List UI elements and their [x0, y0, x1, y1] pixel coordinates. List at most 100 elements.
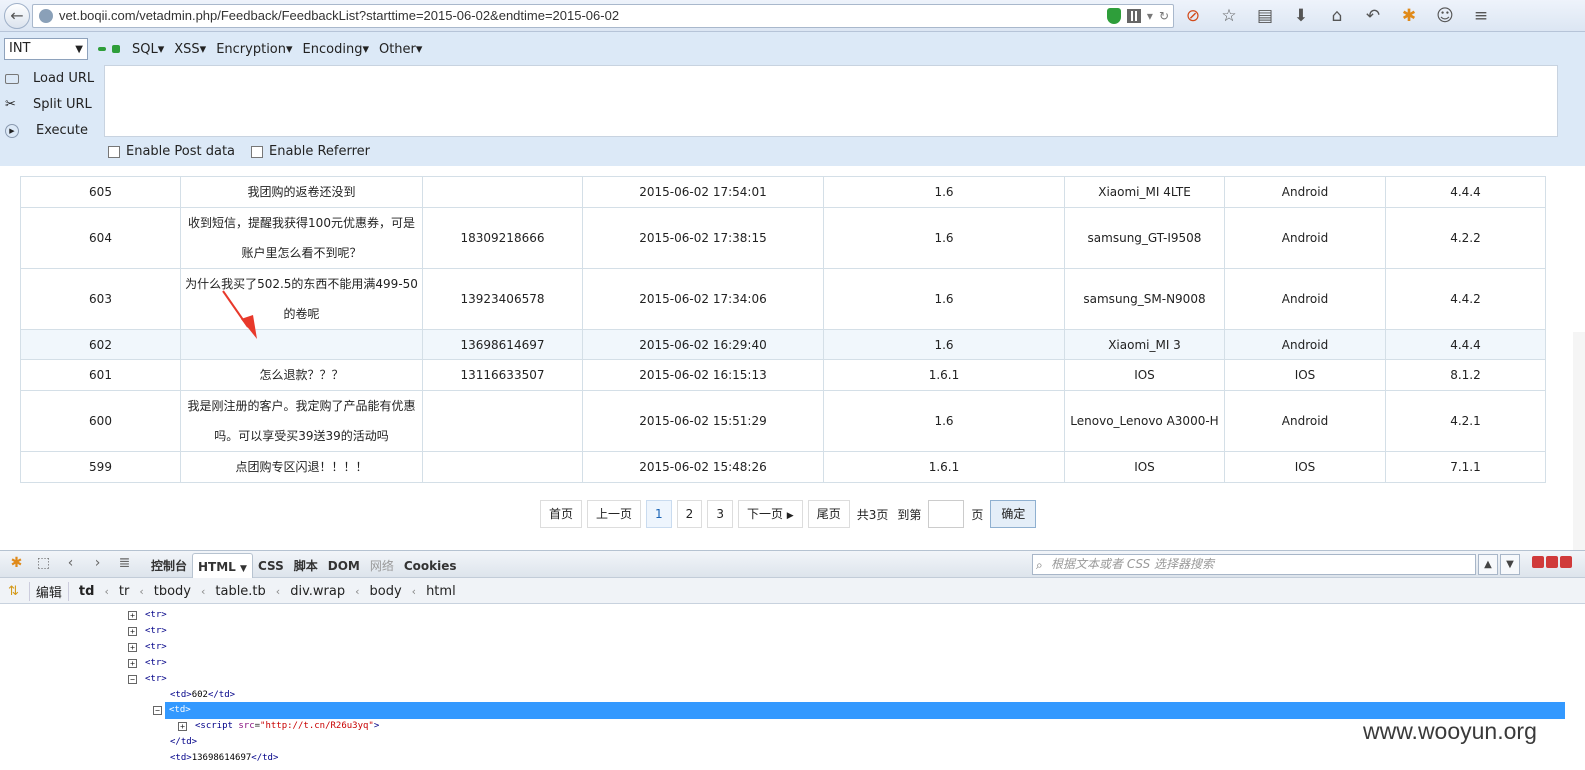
edit-button[interactable]: 编辑	[28, 582, 69, 601]
firebug-icon[interactable]: ✱	[8, 555, 25, 572]
dropdown-icon[interactable]: ▾	[1147, 9, 1153, 23]
close-icon[interactable]	[1560, 556, 1572, 568]
breadcrumb-tbody[interactable]: tbody	[154, 584, 191, 599]
expand-icon[interactable]: +	[128, 643, 137, 652]
page-3-button[interactable]: 3	[707, 500, 733, 528]
tab-cookies[interactable]: Cookies	[399, 553, 462, 579]
enable-post-checkbox[interactable]: Enable Post data	[108, 144, 235, 159]
hackbar: INT ▼ SQL▾ XSS▾ Encryption▾ Encoding▾ Ot…	[0, 32, 1585, 166]
breadcrumb-tr[interactable]: tr	[119, 584, 129, 599]
firebug-search-input[interactable]: ⌕ 根据文本或者 CSS 选择器搜索	[1032, 554, 1476, 575]
cell-os: IOS	[1224, 359, 1386, 391]
breadcrumb-table[interactable]: table.tb	[215, 584, 265, 599]
cell-message: 我是刚注册的客户。我定购了产品能有优惠吗。可以享受买39送39的活动吗	[180, 390, 423, 452]
cell-phone: 13923406578	[422, 268, 583, 330]
url-textarea[interactable]	[104, 65, 1558, 137]
expand-icon[interactable]: +	[178, 722, 187, 731]
first-page-button[interactable]: 首页	[540, 500, 583, 528]
confirm-button[interactable]: 确定	[990, 500, 1037, 528]
qr-code-icon[interactable]	[1126, 9, 1141, 23]
menu-encryption[interactable]: Encryption▾	[216, 42, 292, 57]
inspect-icon[interactable]: ⬚	[35, 555, 52, 572]
tree-node-tr[interactable]: <tr>	[145, 607, 167, 623]
security-shield-icon[interactable]	[1106, 8, 1121, 24]
adblock-icon[interactable]: ⊘	[1182, 5, 1204, 27]
watermark: www.wooyun.org	[1363, 718, 1537, 744]
checkbox-box[interactable]	[108, 145, 120, 158]
selected-tree-node[interactable]: <td>	[165, 702, 1565, 719]
breadcrumb-separator: ‹	[139, 585, 144, 598]
expand-icon[interactable]: +	[128, 627, 137, 636]
tab-html[interactable]: HTML ▼	[192, 553, 253, 579]
extension-icon[interactable]: ✱	[1398, 5, 1420, 27]
expand-icon[interactable]: +	[128, 659, 137, 668]
tree-node-td-phone[interactable]: <td>13698614697</td>	[170, 750, 278, 766]
tab-script[interactable]: 脚本	[289, 553, 323, 579]
home-icon[interactable]: ⌂	[1326, 5, 1348, 27]
tab-css[interactable]: CSS	[253, 553, 289, 579]
undo-icon[interactable]: ↶	[1362, 5, 1384, 27]
collapse-icon[interactable]: −	[128, 675, 137, 684]
execute-button[interactable]: ▶ Execute	[0, 118, 104, 144]
reader-icon[interactable]: ▤	[1254, 5, 1276, 27]
forward-icon[interactable]: ›	[89, 555, 106, 572]
cell-device: samsung_SM-N9008	[1064, 268, 1225, 330]
cell-device: IOS	[1064, 451, 1225, 483]
tree-node-tr[interactable]: <tr>	[145, 623, 167, 639]
breadcrumb-div[interactable]: div.wrap	[290, 584, 345, 599]
menu-icon[interactable]: ≡	[1470, 5, 1492, 27]
back-button[interactable]: ←	[4, 3, 30, 29]
expand-icon[interactable]: +	[128, 611, 137, 620]
breadcrumb-body[interactable]: body	[370, 584, 402, 599]
breadcrumb-td[interactable]: td	[79, 584, 95, 599]
reload-icon[interactable]: ↻	[1159, 9, 1169, 23]
tree-node-tr[interactable]: <tr>	[145, 655, 167, 671]
menu-encoding[interactable]: Encoding▾	[303, 42, 369, 57]
page-1-button[interactable]: 1	[646, 500, 672, 528]
cell-os-version: 4.2.1	[1385, 390, 1546, 452]
plus-icon[interactable]	[112, 45, 120, 53]
cell-id: 605	[20, 176, 181, 208]
edit-icon[interactable]: ⇅	[8, 584, 19, 599]
split-url-button[interactable]: ✂ Split URL	[0, 92, 104, 118]
search-prev-button[interactable]: ▲	[1478, 554, 1498, 575]
url-text[interactable]: vet.boqii.com/vetadmin.php/Feedback/Feed…	[59, 8, 619, 23]
menu-xss[interactable]: XSS▾	[174, 42, 206, 57]
tree-node-tr[interactable]: <tr>	[145, 639, 167, 655]
minus-icon[interactable]	[98, 47, 106, 51]
menu-other[interactable]: Other▾	[379, 42, 422, 57]
next-page-button[interactable]: 下一页 ▶	[737, 500, 803, 528]
tree-node-tr-expanded[interactable]: <tr>	[145, 671, 167, 687]
tree-node-td-close[interactable]: </td>	[170, 734, 197, 750]
cell-device: IOS	[1064, 359, 1225, 391]
enable-referrer-checkbox[interactable]: Enable Referrer	[251, 144, 370, 159]
search-next-button[interactable]: ▼	[1500, 554, 1520, 575]
load-url-button[interactable]: Load URL	[0, 66, 104, 92]
minimize-icon[interactable]	[1532, 556, 1544, 568]
type-select[interactable]: INT ▼	[4, 38, 88, 60]
last-page-button[interactable]: 尾页	[807, 500, 850, 528]
pagination: 首页 上一页 1 2 3 下一页 ▶ 尾页 共3页 到第 页 确定	[540, 500, 1037, 528]
address-bar[interactable]: vet.boqii.com/vetadmin.php/Feedback/Feed…	[32, 4, 1174, 28]
checkbox-box[interactable]	[251, 145, 264, 158]
tab-net[interactable]: 网络	[365, 553, 399, 579]
command-line-icon[interactable]: ≣	[116, 555, 133, 572]
tree-node-td-id[interactable]: <td>602</td>	[170, 687, 235, 703]
chat-icon[interactable]: ☺	[1434, 5, 1456, 27]
menu-sql[interactable]: SQL▾	[132, 42, 164, 57]
tab-console[interactable]: 控制台	[146, 553, 192, 579]
page-number-input[interactable]	[928, 500, 965, 528]
download-icon[interactable]: ⬇	[1290, 5, 1312, 27]
cell-device: Lenovo_Lenovo A3000-H	[1064, 390, 1225, 452]
tree-node-script[interactable]: <script src="http://t.cn/R26u3yq">	[195, 718, 379, 734]
bookmark-star-icon[interactable]: ☆	[1218, 5, 1240, 27]
tab-dom[interactable]: DOM	[323, 553, 365, 579]
back-icon[interactable]: ‹	[62, 555, 79, 572]
cell-app-version: 1.6	[823, 390, 1065, 452]
prev-page-button[interactable]: 上一页	[587, 500, 642, 528]
collapse-icon[interactable]: −	[153, 706, 162, 715]
breadcrumb-html[interactable]: html	[426, 584, 456, 599]
page-2-button[interactable]: 2	[676, 500, 703, 528]
cell-id: 604	[20, 207, 181, 269]
detach-icon[interactable]	[1546, 556, 1558, 568]
